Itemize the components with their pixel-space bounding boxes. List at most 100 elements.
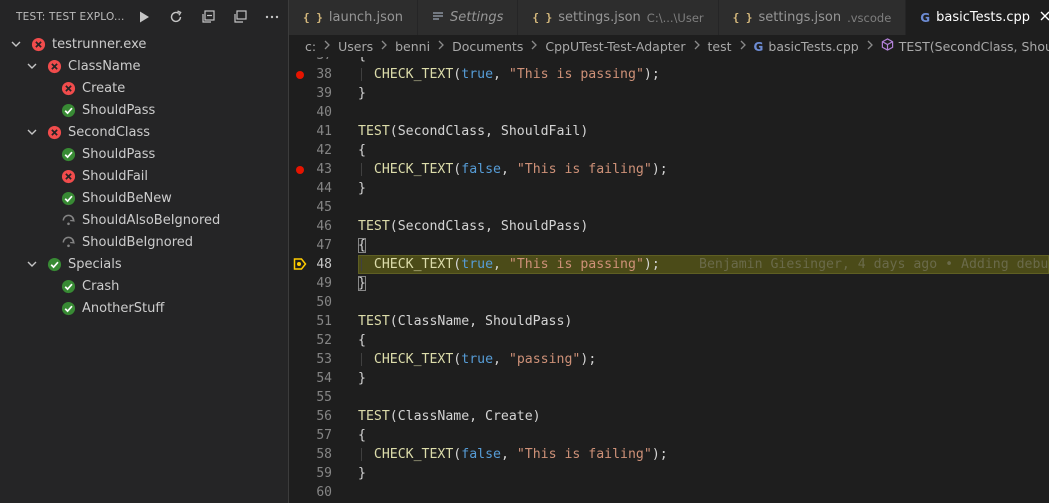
tree-item-label: AnotherStuff [82,300,165,316]
tree-item[interactable]: ShouldBeIgnored [0,231,288,253]
pass-status-icon [60,278,76,294]
tree-item[interactable]: SecondClass [0,121,288,143]
line-number: 42 [316,143,332,158]
tree-item[interactable]: Specials [0,253,288,275]
chevron-down-icon[interactable] [24,58,40,74]
close-icon[interactable] [1040,10,1049,25]
chevron-down-icon[interactable] [8,36,24,52]
sidebar-header: TEST: TEST EXPLO... [0,0,288,33]
breadcrumb-item[interactable]: Users [338,39,373,54]
code-line: 57 { [289,426,1049,445]
editor-tab[interactable]: GbasicTests.cpp [906,0,1049,35]
line-number: 44 [316,181,332,196]
tree-item[interactable]: ClassName [0,55,288,77]
breadcrumb-item[interactable]: CppUTest-Test-Adapter [545,39,685,54]
line-number: 60 [316,485,332,500]
tree-item-label: Crash [82,278,120,294]
tree-item-label: ShouldBeNew [82,190,172,206]
breadcrumb-item[interactable]: benni [395,39,430,54]
breadcrumb-item[interactable]: Documents [452,39,523,54]
pass-status-icon [60,300,76,316]
tree-item[interactable]: ShouldFail [0,165,288,187]
code-line: 46 TEST(SecondClass, ShouldPass) [289,217,1049,236]
tab-description: .vscode [847,10,892,25]
line-number: 38 [316,67,332,82]
editor-tab[interactable]: { } settings.json .vscode [718,0,907,35]
tree-item-label: Create [82,80,126,96]
fail-status-icon [60,168,76,184]
tree-item[interactable]: AnotherStuff [0,297,288,319]
code-line: 43 CHECK_TEXT(false, "This is failing"); [289,160,1049,179]
breadcrumb-label: test [707,38,732,54]
chevron-right-icon [866,39,874,54]
fail-status-icon [30,36,46,52]
chevron-down-icon[interactable] [24,256,40,272]
code-line: 38 CHECK_TEXT(true, "This is passing"); [289,65,1049,84]
line-number: 56 [316,409,332,424]
code-line: 45 [289,198,1049,217]
chevron-right-icon [437,39,445,54]
tree-item[interactable]: ShouldPass [0,143,288,165]
cpp-file-icon: G [920,10,931,25]
code-text: TEST(ClassName, ShouldPass) [358,314,573,329]
collapse-all-icon [202,9,215,23]
line-number: 49 [316,276,332,291]
tree-item[interactable]: ShouldBeNew [0,187,288,209]
chevron-right-icon [380,39,388,54]
tree-item-label: ShouldFail [82,168,149,184]
code-line: 59} [289,464,1049,483]
breadcrumb-label: Users [338,38,374,54]
breadcrumb-item[interactable]: GbasicTests.cpp [754,39,859,54]
breadcrumb-label: benni [395,38,431,54]
cpp-file-icon: G [753,39,764,54]
code-text: CHECK_TEXT(true, "This is passing"); [373,257,660,272]
ellipsis-icon [265,15,279,18]
code-editor[interactable]: 37 {38 CHECK_TEXT(true, "This is passing"… [289,57,1049,503]
tree-item-label: ClassName [68,58,141,74]
test-tree: testrunner.exe ClassName Create ShouldPass S… [0,33,288,319]
breadcrumb-label: CppUTest-Test-Adapter [545,38,686,54]
tree-item[interactable]: testrunner.exe [0,33,288,55]
line-number: 41 [316,124,332,139]
code-text: } [358,371,366,386]
code-line: 48 CHECK_TEXT(true, "This is passing"); B… [289,255,1049,274]
code-line: 37 { [289,57,1049,65]
skipped-status-icon [60,212,76,228]
breadcrumb-label: basicTests.cpp [768,38,859,54]
code-line: 42 { [289,141,1049,160]
code-line: 49} [289,274,1049,293]
code-line: 39} [289,84,1049,103]
code-line: 51 TEST(ClassName, ShouldPass) [289,312,1049,331]
breadcrumb: c: Users benni Documents CppUTest-Test-Adapt… [289,35,1049,57]
code-text: } [358,466,366,481]
chevron-down-icon[interactable] [24,124,40,140]
pass-status-icon [46,256,62,272]
pass-status-icon [60,102,76,118]
code-text: CHECK_TEXT(false, "This is failing"); [373,447,668,462]
breadcrumb-item[interactable]: test [708,39,732,54]
code-line: 44} [289,179,1049,198]
code-text: { [358,57,366,65]
git-blame-annotation: Benjamin Giesinger, 4 days ago • Adding … [699,257,1049,272]
code-text: { [358,428,366,443]
breadcrumb-item[interactable]: c: [305,39,316,54]
code-text: } [358,181,366,196]
reload-button[interactable] [160,6,192,28]
tree-item-label: ShouldAlsoBeIgnored [82,212,221,228]
editor-tab[interactable]: { } settings.json C:\...\User [518,0,719,35]
code-text: } [358,276,366,291]
show-source-button[interactable] [224,6,256,28]
tree-item[interactable]: ShouldAlsoBeIgnored [0,209,288,231]
code-line: 60 [289,483,1049,502]
collapse-all-button[interactable] [192,6,224,28]
tree-item[interactable]: ShouldPass [0,99,288,121]
more-actions-button[interactable] [256,6,288,28]
run-all-button[interactable] [128,6,160,28]
code-line: 56 TEST(ClassName, Create) [289,407,1049,426]
chevron-right-icon [693,39,701,54]
editor-tab[interactable]: Settings [418,0,519,35]
breadcrumb-item[interactable]: TEST(SecondClass, ShouldPass) [881,38,1049,54]
tree-item[interactable]: Create [0,77,288,99]
tree-item[interactable]: Crash [0,275,288,297]
editor-tab[interactable]: { } launch.json [289,0,419,35]
